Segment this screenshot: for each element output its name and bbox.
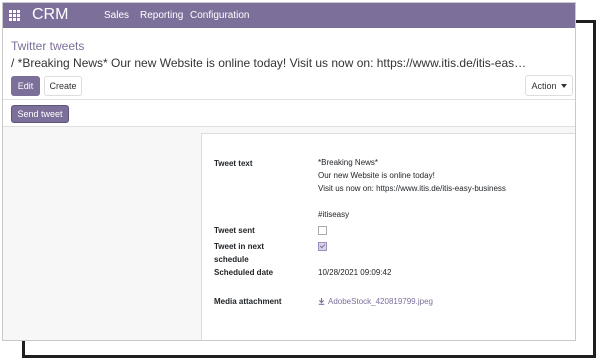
tweet-line: Our new Website is online today!	[318, 171, 435, 180]
breadcrumb-current-record: / *Breaking News* Our new Website is onl…	[11, 56, 527, 70]
next-schedule-label-2: schedule	[214, 255, 249, 264]
tweet-line: *Breaking News*	[318, 158, 379, 167]
tweet-line: Visit us now on: https://www.itis.de/iti…	[318, 184, 506, 193]
create-button[interactable]: Create	[44, 76, 82, 96]
media-file-name: AdobeStock_420819799.jpeg	[328, 297, 433, 306]
send-tweet-button[interactable]: Send tweet	[11, 105, 69, 123]
breadcrumb-parent-link[interactable]: Twitter tweets	[11, 39, 84, 53]
action-label: Action	[531, 80, 557, 91]
tweet-sent-label: Tweet sent	[214, 226, 255, 235]
scheduled-date-label: Scheduled date	[214, 268, 274, 277]
scheduled-date-value[interactable]: 10/28/2021 09:09:42	[318, 268, 391, 277]
next-schedule-checkbox[interactable]	[318, 242, 327, 251]
app-brand[interactable]: CRM	[32, 6, 68, 24]
tweet-line	[318, 195, 506, 208]
tweet-text-value[interactable]: *Breaking News* Our new Website is onlin…	[318, 156, 506, 221]
next-schedule-label: Tweet in next	[214, 242, 265, 251]
edit-button[interactable]: Edit	[11, 76, 40, 96]
form-sheet: Tweet text *Breaking News* Our new Websi…	[201, 133, 575, 340]
menu-sales[interactable]: Sales	[104, 10, 129, 21]
download-icon	[318, 298, 325, 305]
apps-grid-icon[interactable]	[9, 10, 20, 21]
app-window: CRM Sales Reporting Configuration Twitte…	[2, 2, 576, 341]
caret-down-icon	[560, 83, 567, 88]
menu-configuration[interactable]: Configuration	[190, 10, 249, 21]
tweet-text-label: Tweet text	[214, 159, 253, 168]
media-attachment-label: Media attachment	[214, 297, 282, 306]
divider	[3, 99, 575, 100]
action-dropdown-button[interactable]: Action	[525, 75, 573, 96]
tweet-sent-checkbox[interactable]	[318, 226, 327, 235]
media-attachment-link[interactable]: AdobeStock_420819799.jpeg	[318, 297, 433, 306]
menu-reporting[interactable]: Reporting	[140, 10, 183, 21]
tweet-line: #itiseasy	[318, 210, 350, 219]
top-navbar: CRM Sales Reporting Configuration	[3, 3, 575, 28]
